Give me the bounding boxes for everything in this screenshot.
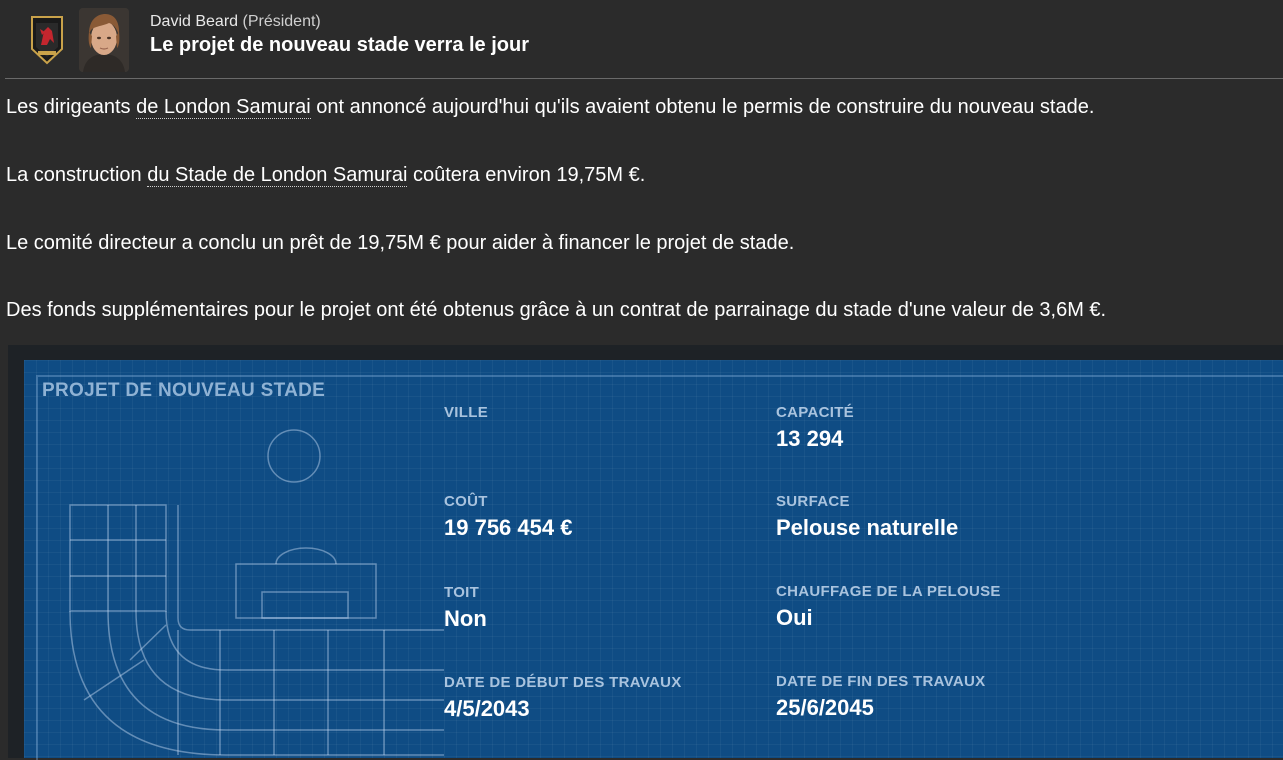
- sender-line: David Beard (Président): [150, 13, 321, 31]
- paragraph-sponsorship: Des fonds supplémentaires pour le projet…: [6, 299, 1107, 321]
- president-avatar[interactable]: [79, 8, 129, 72]
- capacity-value: 13 294: [776, 426, 844, 451]
- cost-label: COÛT: [444, 493, 488, 510]
- sender-role: (Président): [242, 13, 321, 30]
- paragraph-text: La construction: [6, 164, 148, 186]
- roof-label: TOIT: [444, 584, 480, 601]
- capacity-label: CAPACITÉ: [776, 404, 854, 421]
- pitch-heating-value: Oui: [776, 605, 813, 630]
- paragraph-permit: Les dirigeants de London Samurai ont ann…: [6, 96, 1094, 119]
- message-header: David Beard (Président) Le projet de nou…: [0, 0, 1283, 78]
- pitch-heating-label: CHAUFFAGE DE LA PELOUSE: [776, 583, 1001, 600]
- paragraph-text: Les dirigeants: [6, 96, 137, 118]
- paragraph-cost: La construction du Stade de London Samur…: [6, 164, 645, 187]
- paragraph-text: ont annoncé aujourd'hui qu'ils avaient o…: [310, 96, 1095, 118]
- end-date-value: 25/6/2045: [776, 695, 874, 720]
- end-date-label: DATE DE FIN DES TRAVAUX: [776, 673, 986, 690]
- roof-value: Non: [444, 606, 487, 631]
- sender-name[interactable]: David Beard: [150, 13, 238, 30]
- stadium-drawing: [69, 429, 444, 756]
- club-link[interactable]: de London Samurai: [136, 96, 311, 119]
- avatar-portrait: [79, 8, 129, 72]
- start-date-label: DATE DE DÉBUT DES TRAVAUX: [444, 674, 682, 691]
- start-date-value: 4/5/2043: [444, 696, 530, 721]
- stadium-link[interactable]: du Stade de London Samurai: [147, 164, 408, 187]
- city-label: VILLE: [444, 404, 489, 421]
- blueprint-title: PROJET DE NOUVEAU STADE: [42, 380, 326, 401]
- club-crest-icon[interactable]: [30, 15, 64, 65]
- header-divider: [5, 78, 1283, 79]
- message-headline: Le projet de nouveau stade verra le jour: [150, 34, 530, 56]
- cost-value: 19 756 454 €: [444, 515, 573, 540]
- paragraph-text: coûtera environ 19,75M €.: [407, 164, 646, 186]
- surface-label: SURFACE: [776, 493, 850, 510]
- paragraph-loan: Le comité directeur a conclu un prêt de …: [6, 232, 795, 254]
- surface-value: Pelouse naturelle: [776, 515, 959, 540]
